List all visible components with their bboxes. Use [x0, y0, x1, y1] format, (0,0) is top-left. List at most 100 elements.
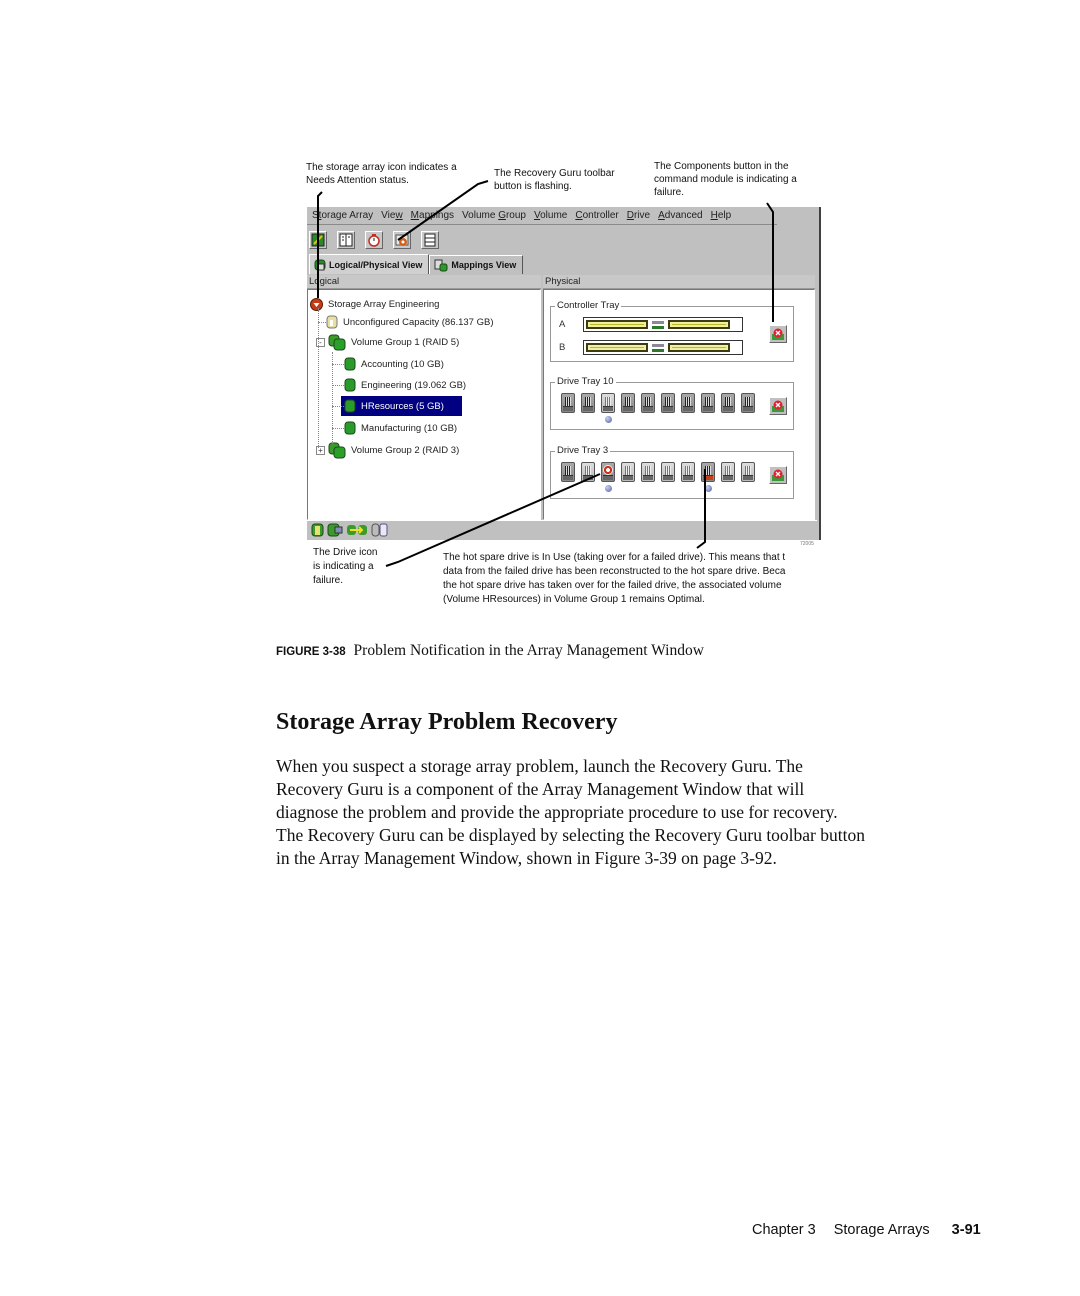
- tree-node-label: Storage Array Engineering: [328, 298, 440, 310]
- tree-node-label: Volume Group 2 (RAID 3): [351, 444, 460, 456]
- menu-bar: Storage Array View Mappings Volume Group Vol…: [307, 207, 777, 225]
- drive-light-icon[interactable]: [741, 462, 755, 482]
- drive-failed-icon[interactable]: [601, 462, 615, 482]
- callout-line: failure.: [654, 187, 685, 198]
- tree-node[interactable]: Accounting (10 GB): [344, 356, 446, 372]
- tree-node[interactable]: Storage Array Engineering: [310, 296, 441, 312]
- tree-node-label: Unconfigured Capacity (86.137 GB): [343, 316, 494, 328]
- body-line: Recovery Guru is a component of the Arra…: [276, 779, 805, 799]
- components-button[interactable]: [421, 231, 439, 249]
- drive-tray-3-components-button[interactable]: [769, 466, 787, 484]
- drive-tray-10-components-button[interactable]: [769, 397, 787, 415]
- components-icon: [424, 233, 436, 247]
- view-toggle-icon: [339, 233, 353, 247]
- unassigned-drive-icon[interactable]: [371, 523, 389, 537]
- section-heading: Storage Array Problem Recovery: [276, 709, 618, 735]
- drive-inuse-icon[interactable]: [701, 462, 715, 482]
- drive-tray-3: Drive Tray 3: [550, 445, 794, 499]
- drive-normal-icon[interactable]: [561, 393, 575, 413]
- recovery-guru-button[interactable]: [393, 231, 411, 249]
- callout-line: data from the failed drive has been reco…: [443, 566, 786, 577]
- menu-help[interactable]: Help: [711, 207, 732, 224]
- volume-icon: [344, 421, 356, 435]
- menu-volume-group[interactable]: Volume Group: [462, 207, 526, 224]
- tree-connector: [332, 352, 333, 444]
- storage-array-attention-icon: [310, 297, 323, 311]
- menu-mappings[interactable]: Mappings: [411, 207, 454, 224]
- controller-status-icon[interactable]: [327, 523, 343, 537]
- logical-pane: Logical Storage Array Engineering Unconfi…: [307, 275, 541, 520]
- status-bar: [307, 520, 817, 538]
- callout-line: The Drive icon: [313, 547, 378, 558]
- callout-hot-spare: The hot spare drive is In Use (taking ov…: [443, 551, 833, 607]
- unconfigured-capacity-icon: [326, 315, 338, 329]
- controller-slot: [583, 317, 744, 332]
- drive-light-icon[interactable]: [641, 462, 655, 482]
- drive-normal-icon[interactable]: [621, 393, 635, 413]
- menu-view[interactable]: View: [381, 207, 403, 224]
- tree-node[interactable]: - Volume Group 1 (RAID 5): [316, 334, 461, 350]
- drive-status-icon[interactable]: [311, 523, 324, 537]
- controller-b[interactable]: B: [559, 340, 744, 355]
- tree-connector: [332, 385, 344, 386]
- components-failure-icon: [772, 328, 784, 340]
- tree-node[interactable]: Unconfigured Capacity (86.137 GB): [326, 314, 496, 330]
- drive-light-icon[interactable]: [661, 462, 675, 482]
- drive-normal-icon[interactable]: [581, 393, 595, 413]
- tree-node[interactable]: + Volume Group 2 (RAID 3): [316, 442, 461, 458]
- callout-components: The Components button in the command mod…: [654, 160, 829, 199]
- tree-node-label: Accounting (10 GB): [361, 358, 444, 370]
- page-footer: Chapter 3 Storage Arrays 3-91: [752, 1222, 981, 1238]
- monitor-performance-button[interactable]: [365, 231, 383, 249]
- components-failure-icon: [772, 469, 784, 481]
- tree-node[interactable]: Manufacturing (10 GB): [344, 420, 459, 436]
- tree-connector: [318, 308, 319, 448]
- drive-light-icon[interactable]: [601, 393, 615, 413]
- drive-normal-icon[interactable]: [681, 393, 695, 413]
- menu-volume[interactable]: Volume: [534, 207, 567, 224]
- controller-a[interactable]: A: [559, 317, 744, 332]
- tree-node[interactable]: HResources (5 GB): [341, 396, 462, 416]
- logical-tree: Storage Array Engineering Unconfigured Ca…: [307, 289, 541, 520]
- controller-label: A: [559, 319, 566, 330]
- menu-advanced[interactable]: Advanced: [658, 207, 702, 224]
- tab-mappings-view[interactable]: Mappings View: [429, 255, 524, 274]
- drive-normal-icon[interactable]: [561, 462, 575, 482]
- tab-label: Mappings View: [451, 260, 517, 270]
- callout-line: failure.: [313, 575, 344, 586]
- figure-caption-text: Problem Notification in the Array Manage…: [353, 642, 704, 659]
- menu-controller[interactable]: Controller: [575, 207, 618, 224]
- drive-normal-icon[interactable]: [701, 393, 715, 413]
- callout-line: The hot spare drive is In Use (taking ov…: [443, 552, 786, 563]
- drive-normal-icon[interactable]: [741, 393, 755, 413]
- drive-light-icon[interactable]: [721, 462, 735, 482]
- body-line: in the Array Management Window, shown in…: [276, 848, 777, 868]
- controller-tray-components-button[interactable]: [769, 325, 787, 343]
- callout-line: command module is indicating a: [654, 174, 797, 185]
- view-toggle-button[interactable]: [337, 231, 355, 249]
- menu-storage-array[interactable]: Storage Array: [312, 207, 373, 224]
- drive-normal-icon[interactable]: [641, 393, 655, 413]
- drive-normal-icon[interactable]: [721, 393, 735, 413]
- tree-node[interactable]: Engineering (19.062 GB): [344, 377, 468, 393]
- drive-light-icon[interactable]: [621, 462, 635, 482]
- create-volume-button[interactable]: [309, 231, 327, 249]
- callout-line: The Components button in the: [654, 161, 789, 172]
- body-line: When you suspect a storage array problem…: [276, 756, 803, 776]
- drive-tray-title: Drive Tray 3: [555, 445, 611, 456]
- logical-physical-view-icon: [314, 259, 326, 271]
- array-management-window: Storage Array View Mappings Volume Group Vol…: [307, 207, 821, 540]
- drive-light-icon[interactable]: [681, 462, 695, 482]
- volume-transfer-icon[interactable]: [346, 523, 368, 537]
- tree-node-label: Engineering (19.062 GB): [361, 379, 467, 391]
- menu-drive[interactable]: Drive: [627, 207, 650, 224]
- drive-normal-icon[interactable]: [661, 393, 675, 413]
- callout-recovery-guru: The Recovery Guru toolbar button is flas…: [494, 167, 644, 193]
- volume-icon: [344, 357, 356, 371]
- body-paragraph: When you suspect a storage array problem…: [276, 755, 1016, 870]
- drive-light-icon[interactable]: [581, 462, 595, 482]
- tab-logical-physical-view[interactable]: Logical/Physical View: [309, 254, 430, 274]
- physical-pane: Physical Controller Tray A B Drive Tray …: [543, 275, 815, 520]
- controller-label: B: [559, 342, 566, 353]
- volume-group-icon: [328, 334, 346, 351]
